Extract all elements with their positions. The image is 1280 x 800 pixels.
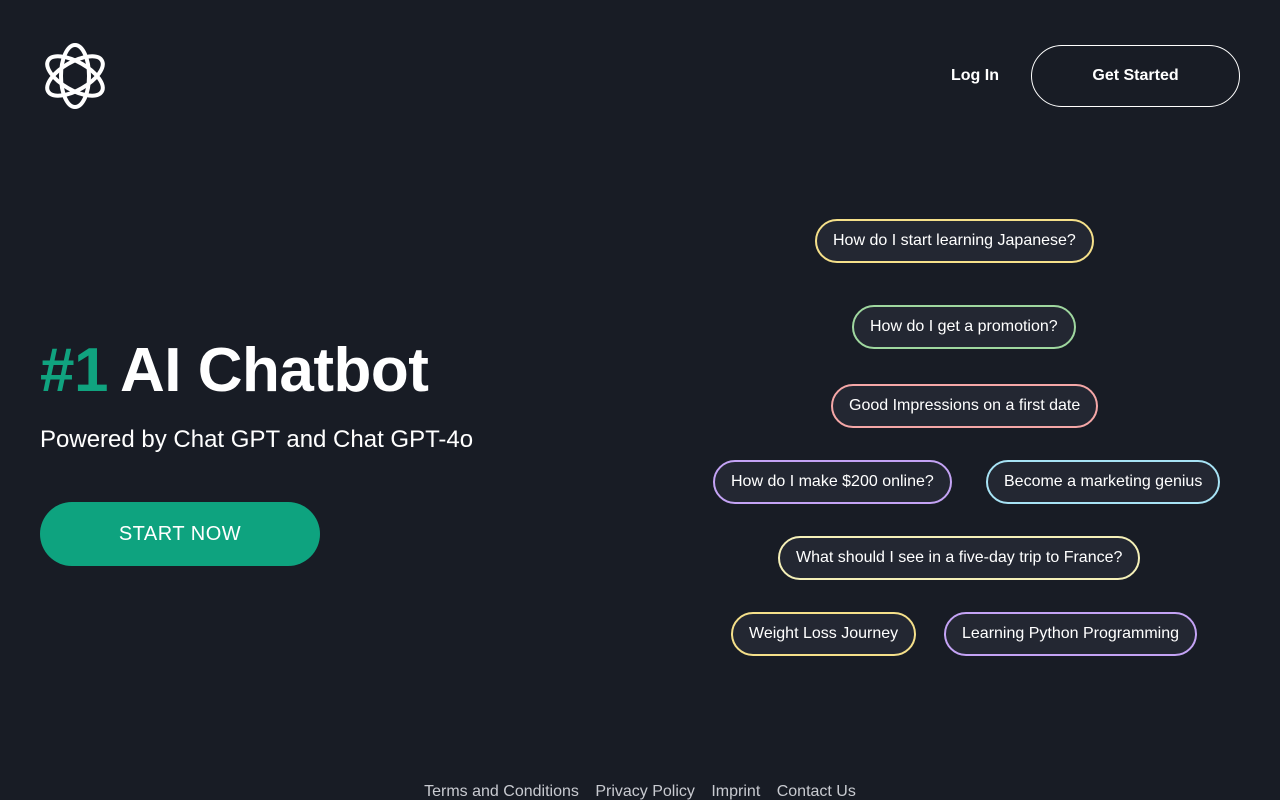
openai-knot-icon[interactable] <box>40 40 110 112</box>
prompt-chip-weight-loss[interactable]: Weight Loss Journey <box>731 612 917 656</box>
contact-link[interactable]: Contact Us <box>777 783 856 800</box>
hero-title: #1 AI Chatbot <box>40 336 429 406</box>
terms-link[interactable]: Terms and Conditions <box>424 783 579 800</box>
login-link[interactable]: Log In <box>936 60 1014 92</box>
landing-page: Log In Get Started #1 AI Chatbot Powered … <box>0 0 1280 800</box>
hero-title-text: AI Chatbot <box>119 336 429 405</box>
hero-subtitle: Powered by Chat GPT and Chat GPT-4o <box>40 426 474 453</box>
prompt-chip-python[interactable]: Learning Python Programming <box>944 612 1198 656</box>
prompt-chip-first-date[interactable]: Good Impressions on a first date <box>831 384 1099 428</box>
hero-rank: #1 <box>40 336 108 405</box>
footer-links: Terms and Conditions Privacy Policy Impr… <box>0 780 1280 800</box>
prompt-chip-make-money[interactable]: How do I make $200 online? <box>713 460 952 504</box>
privacy-link[interactable]: Privacy Policy <box>595 783 695 800</box>
prompt-chip-promotion[interactable]: How do I get a promotion? <box>852 305 1076 349</box>
prompt-chip-marketing[interactable]: Become a marketing genius <box>986 460 1221 504</box>
imprint-link[interactable]: Imprint <box>711 783 760 800</box>
prompt-chip-japanese[interactable]: How do I start learning Japanese? <box>815 219 1094 263</box>
start-now-button[interactable]: START NOW <box>40 502 320 566</box>
get-started-button[interactable]: Get Started <box>1031 45 1240 107</box>
prompt-chip-france-trip[interactable]: What should I see in a five-day trip to … <box>778 536 1141 580</box>
